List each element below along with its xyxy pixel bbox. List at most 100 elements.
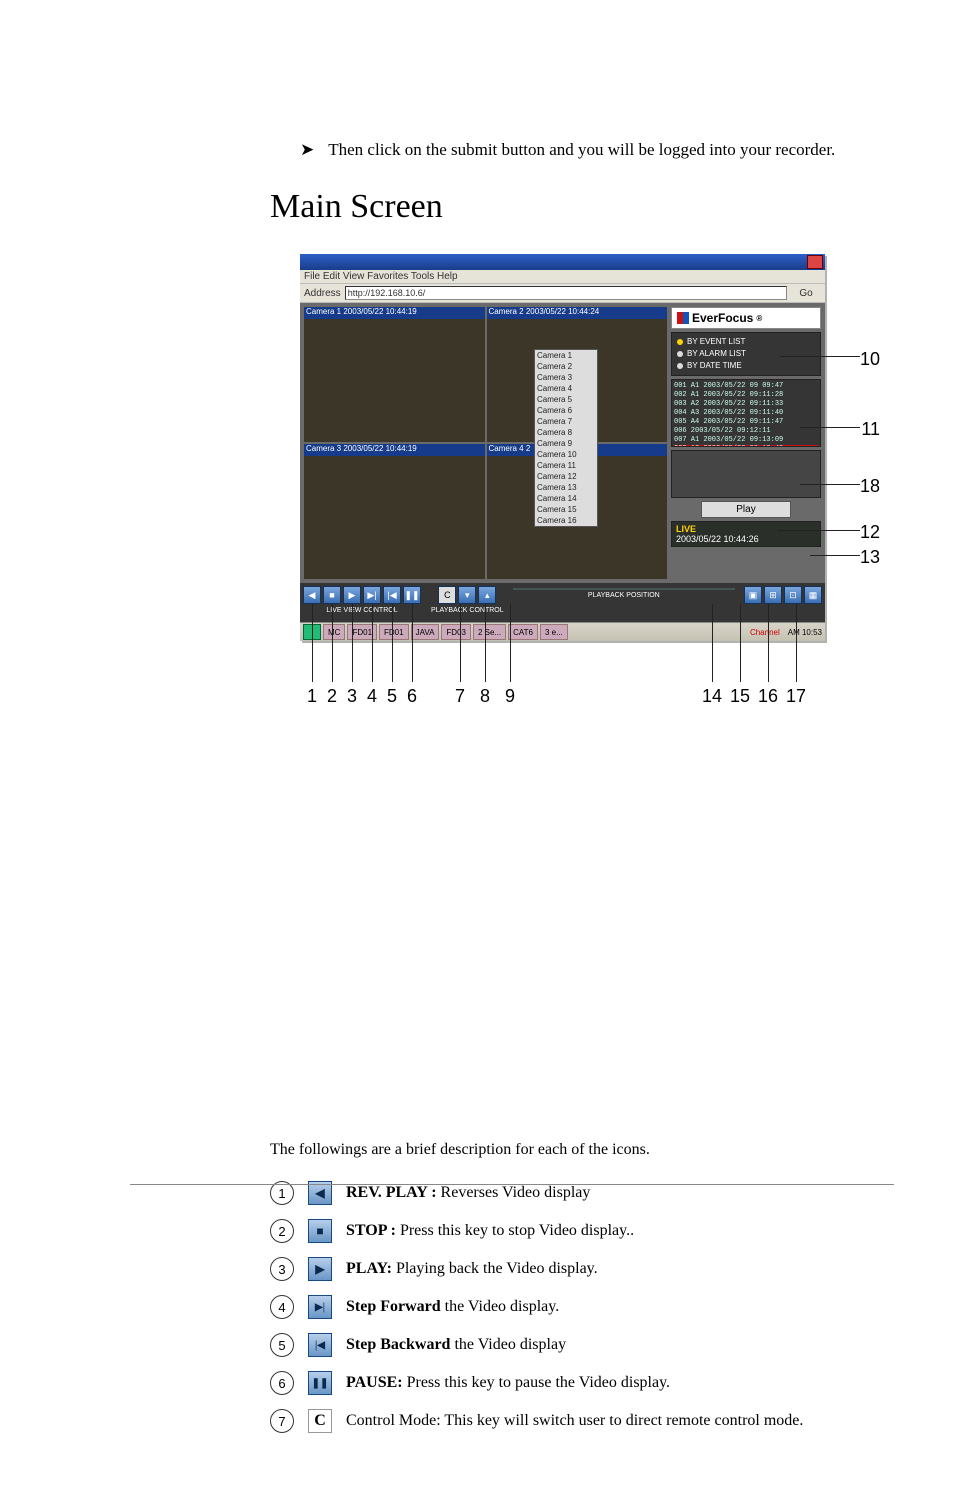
camera-option[interactable]: Camera 3	[535, 372, 597, 383]
event-row[interactable]: 004 A3 2003/05/22 09:11:40	[674, 409, 818, 418]
legend-text: STOP : Press this key to stop Video disp…	[346, 1222, 634, 1240]
camera-dropdown[interactable]: Camera 1 Camera 2 Camera 3 Camera 4 Came…	[534, 349, 598, 527]
browser-window: File Edit View Favorites Tools Help Addr…	[300, 254, 825, 641]
radio-date-time[interactable]: BY DATE TIME	[677, 360, 815, 372]
pause-button[interactable]: ❚❚	[403, 586, 421, 604]
legend-num-7: 7	[270, 1409, 294, 1433]
callout-line	[810, 555, 860, 556]
rev-play-button[interactable]: ◀	[303, 586, 321, 604]
control-mode-icon: C	[308, 1409, 332, 1433]
layout-1-button[interactable]: ▣	[744, 586, 762, 604]
callout-15: 15	[730, 686, 750, 707]
play-button[interactable]: Play	[701, 501, 791, 518]
task-item[interactable]: FD03	[441, 624, 471, 640]
camera-option[interactable]: Camera 2	[535, 361, 597, 372]
step-bwd-button[interactable]: |◀	[383, 586, 401, 604]
layout-9-button[interactable]: ⊡	[784, 586, 802, 604]
close-icon[interactable]	[807, 255, 823, 269]
event-row[interactable]: 006 2003/05/22 09:12:11	[674, 427, 818, 436]
pause-icon: ❚❚	[308, 1371, 332, 1395]
app-body: Camera 1 2003/05/22 10:44:19 Camera 2 20…	[300, 303, 825, 583]
callout-line	[332, 604, 333, 682]
camera-option[interactable]: Camera 14	[535, 493, 597, 504]
event-row-selected[interactable]: 008 A3 2003/05/22 09:13:43	[674, 445, 818, 447]
live-timestamp: 2003/05/22 10:44:26	[676, 534, 816, 544]
camera-pane-3[interactable]: Camera 3 2003/05/22 10:44:19	[304, 444, 485, 579]
callout-7: 7	[455, 686, 465, 707]
event-row[interactable]: 001 A1 2003/05/22 09 09:47	[674, 382, 818, 391]
pb-btn-1[interactable]: ▾	[458, 586, 476, 604]
description-intro: The followings are a brief description f…	[270, 1141, 894, 1159]
group-label: PLAYBACK CONTROL	[431, 607, 504, 614]
callout-16: 16	[758, 686, 778, 707]
address-bar: Address http://192.168.10.6/ Go	[300, 283, 825, 303]
camera-option[interactable]: Camera 8	[535, 427, 597, 438]
event-row[interactable]: 007 A1 2003/05/22 09:13:09	[674, 436, 818, 445]
go-button[interactable]: Go	[791, 288, 821, 299]
stop-icon: ■	[308, 1219, 332, 1243]
position-slider[interactable]	[513, 588, 735, 590]
camera-option[interactable]: Camera 11	[535, 460, 597, 471]
callout-line	[460, 604, 461, 682]
legend-num-4: 4	[270, 1295, 294, 1319]
play-button[interactable]: ▶	[343, 586, 361, 604]
callout-line	[392, 604, 393, 682]
camera-option[interactable]: Camera 7	[535, 416, 597, 427]
task-item[interactable]: 2 Se...	[473, 624, 506, 640]
task-item[interactable]: 3 e...	[540, 624, 568, 640]
layout-buttons: ▣ ⊞ ⊡ ▦	[744, 586, 822, 604]
layout-16-button[interactable]: ▦	[804, 586, 822, 604]
step-forward-icon: ▶|	[308, 1295, 332, 1319]
radio-event-list[interactable]: BY EVENT LIST	[677, 336, 815, 348]
menu-bar[interactable]: File Edit View Favorites Tools Help	[300, 270, 825, 283]
callout-5: 5	[387, 686, 397, 707]
camera-option[interactable]: Camera 6	[535, 405, 597, 416]
callout-line	[778, 530, 860, 531]
legend-num-6: 6	[270, 1371, 294, 1395]
task-item[interactable]: JAVA	[411, 624, 440, 640]
event-list[interactable]: 001 A1 2003/05/22 09 09:47 002 A1 2003/0…	[671, 379, 821, 447]
layout-4-button[interactable]: ⊞	[764, 586, 782, 604]
camera-option[interactable]: Camera 4	[535, 383, 597, 394]
callout-4: 4	[367, 686, 377, 707]
stop-button[interactable]: ■	[323, 586, 341, 604]
radio-label: BY EVENT LIST	[687, 336, 745, 348]
camera-option[interactable]: Camera 10	[535, 449, 597, 460]
camera-option[interactable]: Camera 12	[535, 471, 597, 482]
callout-line	[740, 604, 741, 682]
camera-option[interactable]: Camera 13	[535, 482, 597, 493]
legend-row-2: 2 ■ STOP : Press this key to stop Video …	[270, 1219, 894, 1243]
callout-line	[485, 604, 486, 682]
camera-option[interactable]: Camera 9	[535, 438, 597, 449]
search-mode-radios: BY EVENT LIST BY ALARM LIST BY DATE TIME	[671, 332, 821, 376]
camera-option[interactable]: Camera 5	[535, 394, 597, 405]
radio-alarm-list[interactable]: BY ALARM LIST	[677, 348, 815, 360]
control-mode-button[interactable]: C	[438, 586, 456, 604]
step-fwd-button[interactable]: ▶|	[363, 586, 381, 604]
callout-3: 3	[347, 686, 357, 707]
task-item[interactable]: CAT6	[508, 624, 538, 640]
callout-11: 11	[861, 419, 880, 440]
callout-6: 6	[407, 686, 417, 707]
event-row[interactable]: 002 A1 2003/05/22 09:11:28	[674, 391, 818, 400]
address-label: Address	[304, 288, 341, 299]
page-title: Main Screen	[270, 188, 894, 226]
legend-row-6: 6 ❚❚ PAUSE: Press this key to pause the …	[270, 1371, 894, 1395]
legend-row-5: 5 |◀ Step Backward the Video display	[270, 1333, 894, 1357]
address-input[interactable]: http://192.168.10.6/	[345, 286, 787, 300]
camera-option[interactable]: Camera 15	[535, 504, 597, 515]
bullet-text: Then click on the submit button and you …	[328, 140, 835, 160]
camera-option[interactable]: Camera 16	[535, 515, 597, 526]
event-row[interactable]: 003 A2 2003/05/22 09:11:33	[674, 400, 818, 409]
callout-18: 18	[860, 476, 880, 497]
legend-num-5: 5	[270, 1333, 294, 1357]
pb-btn-2[interactable]: ▴	[478, 586, 496, 604]
camera-pane-1[interactable]: Camera 1 2003/05/22 10:44:19	[304, 307, 485, 442]
camera-option[interactable]: Camera 1	[535, 350, 597, 361]
event-row[interactable]: 005 A4 2003/05/22 09:11:47	[674, 418, 818, 427]
radio-label: BY DATE TIME	[687, 360, 742, 372]
task-item[interactable]: MC	[323, 624, 345, 640]
playback-position: PLAYBACK POSITION	[514, 586, 734, 599]
callout-line	[796, 604, 797, 682]
task-item[interactable]: FD01	[379, 624, 409, 640]
